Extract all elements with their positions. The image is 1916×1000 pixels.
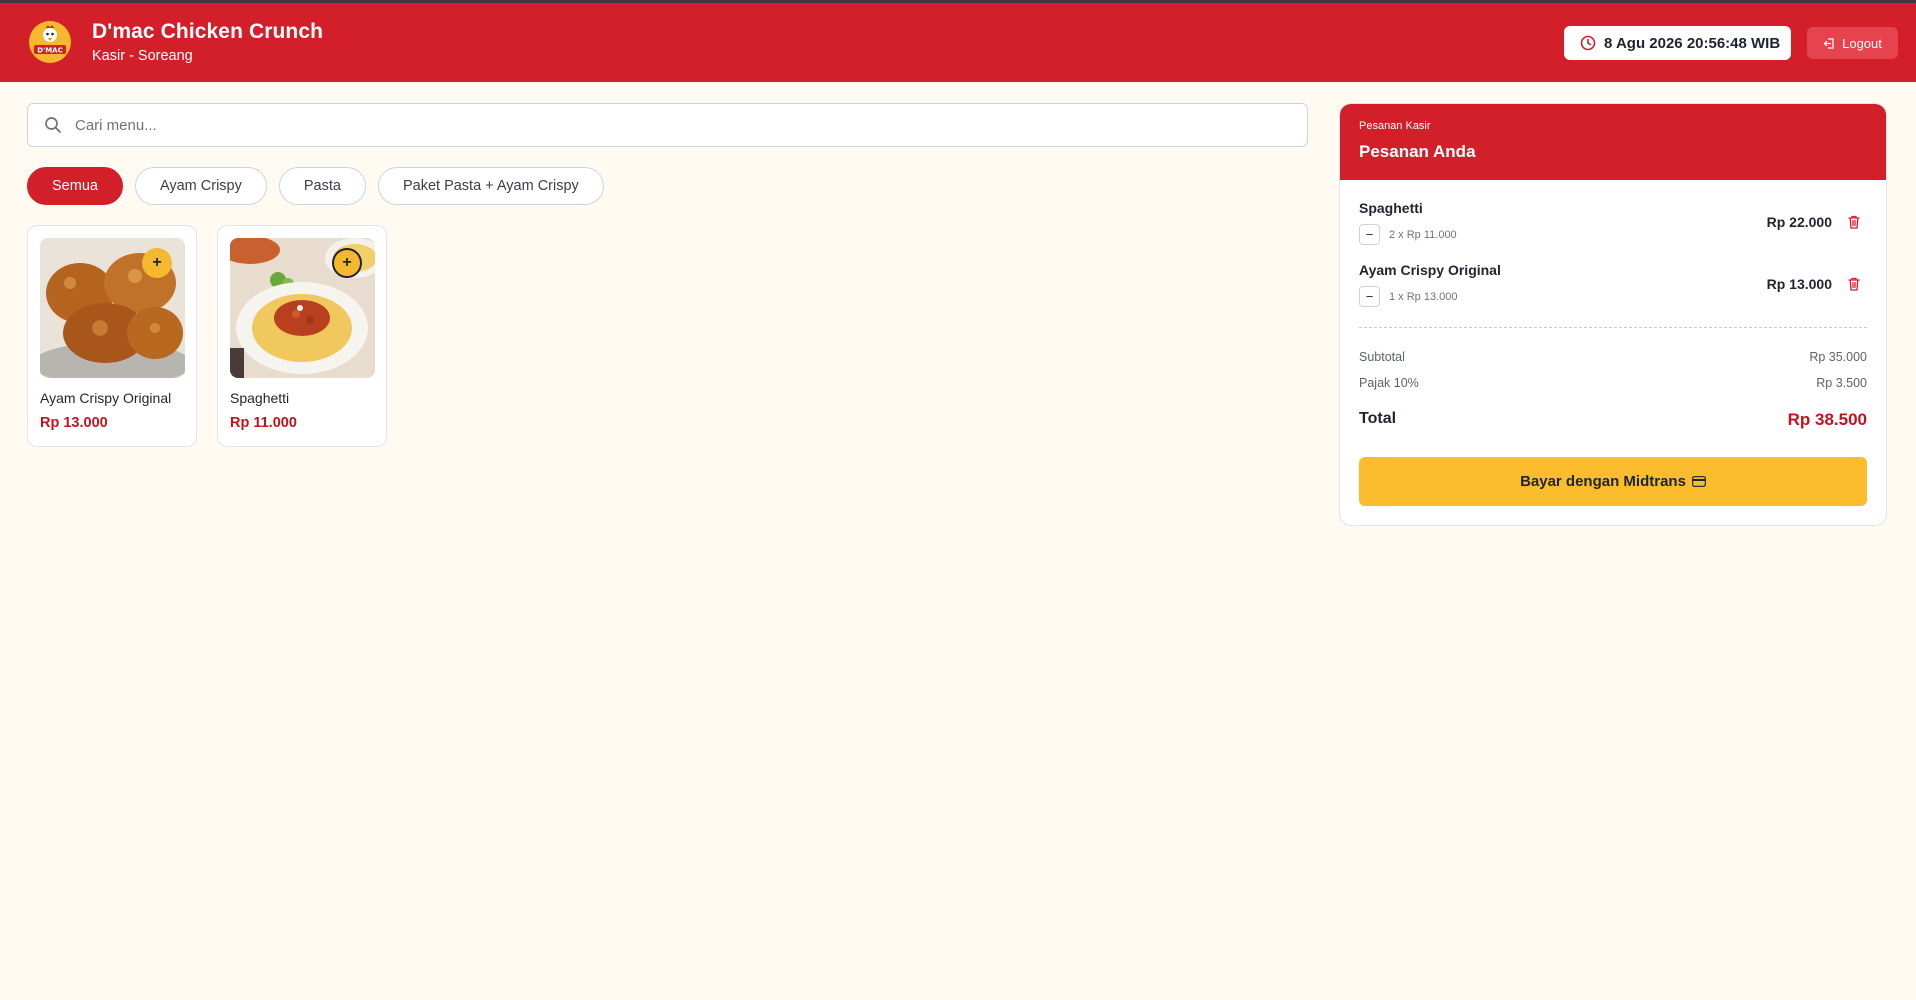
order-item-total: Rp 22.000 (1766, 214, 1832, 230)
order-item: Ayam Crispy Original − 1 x Rp 13.000 Rp … (1359, 262, 1867, 324)
order-item-total: Rp 13.000 (1766, 276, 1832, 292)
app-header: D'MAC D'mac Chicken Crunch Kasir - Sorea… (0, 3, 1916, 82)
add-to-cart-button[interactable]: + (142, 248, 172, 278)
logout-button[interactable]: Logout (1807, 27, 1898, 59)
total-label: Total (1359, 410, 1397, 427)
order-kicker: Pesanan Kasir (1359, 120, 1431, 132)
product-card[interactable]: + Ayam Crispy Original Rp 13.000 (27, 225, 197, 447)
svg-text:D'MAC: D'MAC (37, 47, 62, 55)
category-filters: Semua Ayam Crispy Pasta Paket Pasta + Ay… (27, 167, 604, 205)
order-item-name: Ayam Crispy Original (1359, 262, 1501, 278)
order-panel: Pesanan Kasir Pesanan Anda Spaghetti − 2… (1339, 103, 1887, 526)
tax-label: Pajak 10% (1359, 376, 1419, 390)
logout-icon (1823, 37, 1834, 49)
product-name: Ayam Crispy Original (40, 390, 172, 406)
app-title: D'mac Chicken Crunch (92, 20, 324, 43)
dmac-logo-icon: D'MAC (29, 21, 71, 63)
tax-value: Rp 3.500 (1816, 376, 1867, 390)
subtotal-value: Rp 35.000 (1809, 350, 1867, 364)
logout-label: Logout (1842, 35, 1882, 51)
order-header: Pesanan Kasir Pesanan Anda (1340, 104, 1886, 180)
order-item-qty: 1 x Rp 13.000 (1389, 291, 1458, 303)
decrease-qty-button[interactable]: − (1359, 286, 1380, 307)
product-price: Rp 13.000 (40, 415, 108, 431)
order-item: Spaghetti − 2 x Rp 11.000 Rp 22.000 (1359, 200, 1867, 262)
subtotal-label: Subtotal (1359, 350, 1405, 364)
trash-icon[interactable] (1847, 276, 1861, 292)
order-item-name: Spaghetti (1359, 200, 1423, 216)
decrease-qty-button[interactable]: − (1359, 224, 1380, 245)
filter-chip-pasta[interactable]: Pasta (278, 167, 366, 205)
add-to-cart-button[interactable]: + (332, 248, 362, 278)
search-bar (27, 103, 1308, 147)
total-value: Rp 38.500 (1787, 410, 1867, 429)
filter-chip-paket[interactable]: Paket Pasta + Ayam Crispy (377, 167, 604, 205)
trash-icon[interactable] (1847, 214, 1861, 230)
datetime-display: 8 Agu 2026 20:56:48 WIB (1564, 26, 1791, 60)
datetime-text: 8 Agu 2026 20:56:48 WIB (1604, 34, 1781, 52)
order-item-qty: 2 x Rp 11.000 (1389, 229, 1457, 241)
tax-row: Pajak 10% Rp 3.500 (1359, 376, 1867, 390)
order-items: Spaghetti − 2 x Rp 11.000 Rp 22.000 Ayam… (1359, 200, 1867, 324)
cashier-location: Kasir - Soreang (92, 48, 193, 64)
product-name: Spaghetti (230, 390, 290, 406)
search-input[interactable] (75, 105, 1275, 145)
pay-midtrans-button[interactable]: Bayar dengan Midtrans (1359, 457, 1867, 506)
order-title: Pesanan Anda (1359, 142, 1476, 161)
order-divider (1359, 327, 1867, 328)
subtotal-row: Subtotal Rp 35.000 (1359, 350, 1867, 364)
clock-icon (1580, 35, 1596, 51)
filter-chip-semua[interactable]: Semua (27, 167, 123, 205)
product-card[interactable]: + Spaghetti Rp 11.000 (217, 225, 387, 447)
pay-label: Bayar dengan Midtrans (1520, 473, 1686, 490)
product-price: Rp 11.000 (230, 415, 297, 431)
credit-card-icon (1692, 476, 1706, 487)
search-icon (45, 117, 61, 133)
filter-chip-ayam-crispy[interactable]: Ayam Crispy (134, 167, 267, 205)
total-row: Total Rp 38.500 (1359, 410, 1867, 430)
